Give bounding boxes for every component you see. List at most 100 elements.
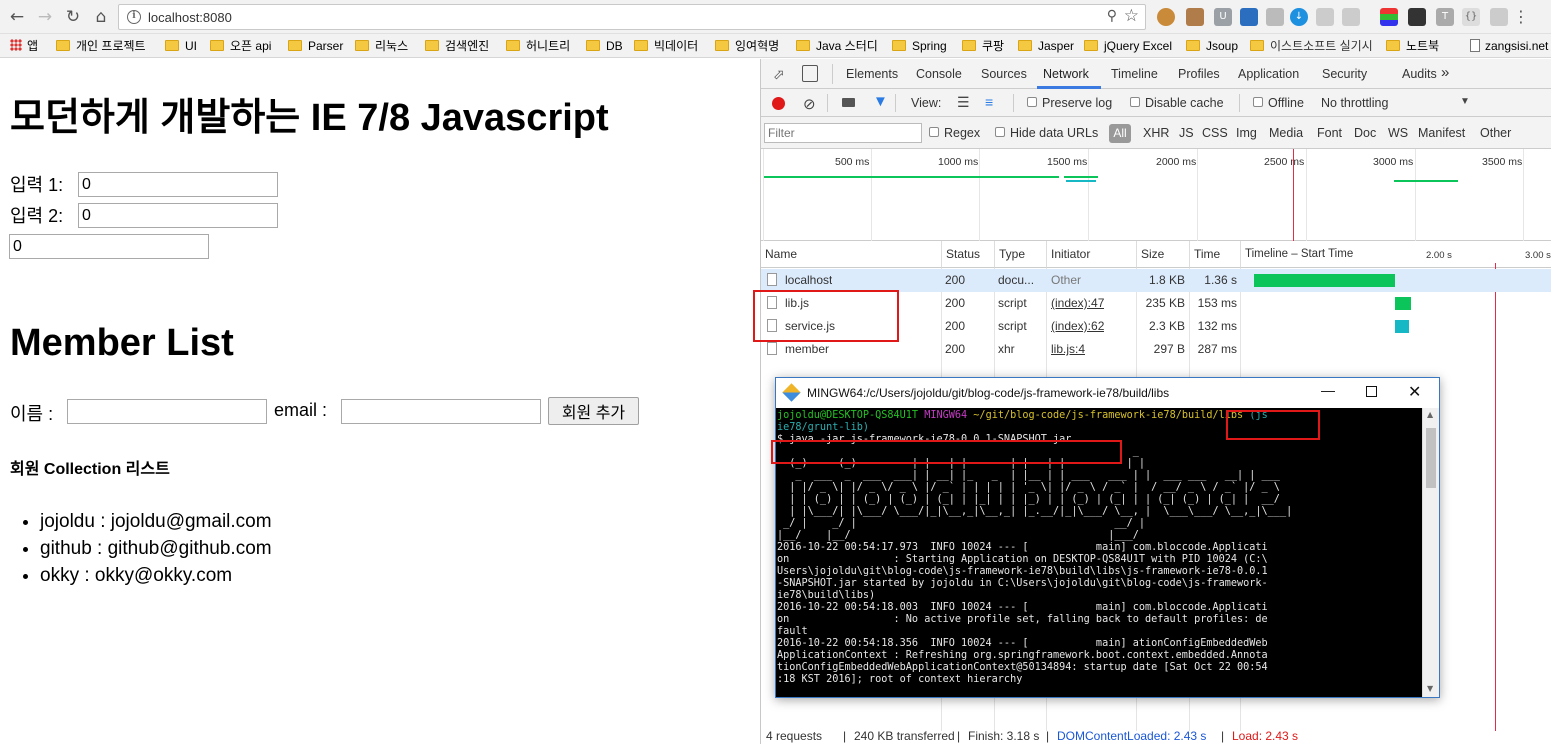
bookmark-folder[interactable]: 허니트리 bbox=[506, 38, 570, 54]
scroll-down-icon[interactable]: ▼ bbox=[1427, 684, 1433, 693]
terminal-scrollbar[interactable]: ▲ ▼ bbox=[1422, 408, 1439, 697]
tab-profiles[interactable]: Profiles bbox=[1178, 67, 1220, 81]
info-icon[interactable]: i bbox=[127, 10, 141, 24]
col-time[interactable]: Time bbox=[1190, 241, 1241, 268]
offline-checkbox[interactable]: Offline bbox=[1253, 96, 1304, 110]
bookmark-folder[interactable]: 쿠팡 bbox=[962, 38, 1004, 54]
extension-icon[interactable] bbox=[1342, 8, 1360, 26]
scroll-up-icon[interactable]: ▲ bbox=[1427, 410, 1433, 419]
extension-icon[interactable] bbox=[1266, 8, 1284, 26]
cookie-extension-icon[interactable] bbox=[1157, 8, 1175, 26]
bookmark-folder[interactable]: 리눅스 bbox=[355, 38, 408, 54]
overview-icon[interactable]: ≡ bbox=[985, 94, 993, 110]
bookmark-folder[interactable]: UI bbox=[165, 38, 197, 54]
filter-js[interactable]: JS bbox=[1179, 126, 1194, 140]
reload-icon[interactable]: ↻ bbox=[61, 5, 85, 29]
extension-icon[interactable] bbox=[1380, 8, 1398, 26]
initiator-link[interactable]: (index):62 bbox=[1051, 315, 1104, 338]
url-text[interactable]: localhost:8080 bbox=[148, 10, 232, 25]
minimize-icon[interactable]: — bbox=[1321, 382, 1335, 398]
tab-elements[interactable]: Elements bbox=[846, 67, 898, 81]
inspect-element-icon[interactable]: ⬀ bbox=[773, 66, 785, 83]
disable-cache-checkbox[interactable]: Disable cache bbox=[1130, 96, 1224, 110]
col-name[interactable]: Name bbox=[761, 241, 942, 268]
initiator-link[interactable]: (index):47 bbox=[1051, 292, 1104, 315]
device-toolbar-icon[interactable] bbox=[802, 65, 818, 82]
clear-icon[interactable]: ⊘ bbox=[803, 95, 816, 113]
bookmark-folder[interactable]: 개인 프로젝트 bbox=[56, 38, 146, 54]
bookmark-apps[interactable]: 앱 bbox=[10, 38, 38, 54]
col-type[interactable]: Type bbox=[995, 241, 1047, 268]
bookmark-folder[interactable]: 이스트소프트 실기시 bbox=[1250, 38, 1373, 54]
tab-security[interactable]: Security bbox=[1322, 67, 1367, 81]
bookmark-folder[interactable]: jQuery Excel bbox=[1084, 38, 1172, 54]
regex-checkbox[interactable]: Regex bbox=[929, 126, 980, 140]
initiator-link[interactable]: lib.js:4 bbox=[1051, 338, 1085, 361]
more-tabs-icon[interactable]: » bbox=[1441, 64, 1449, 81]
back-icon[interactable]: ← bbox=[5, 5, 29, 29]
bookmark-folder[interactable]: DB bbox=[586, 38, 623, 54]
result-field[interactable] bbox=[9, 234, 209, 259]
home-icon[interactable]: ⌂ bbox=[89, 5, 113, 29]
filter-font[interactable]: Font bbox=[1317, 126, 1342, 140]
bookmark-folder[interactable]: Jsoup bbox=[1186, 38, 1238, 54]
bookmark-folder[interactable]: 빅데이터 bbox=[634, 38, 698, 54]
name-input[interactable] bbox=[67, 399, 267, 424]
tab-sources[interactable]: Sources bbox=[981, 67, 1027, 81]
table-row[interactable]: localhost 200 docu... Other 1.8 KB 1.36 … bbox=[761, 269, 1551, 292]
filter-manifest[interactable]: Manifest bbox=[1418, 126, 1465, 140]
download-extension-icon[interactable]: ↓ bbox=[1290, 8, 1308, 26]
filter-all[interactable]: All bbox=[1109, 124, 1131, 143]
filter-other[interactable]: Other bbox=[1480, 126, 1511, 140]
add-member-button[interactable]: 회원 추가 bbox=[548, 397, 639, 425]
hide-data-urls-checkbox[interactable]: Hide data URLs bbox=[995, 126, 1098, 140]
col-status[interactable]: Status bbox=[942, 241, 995, 268]
bookmark-folder[interactable]: Parser bbox=[288, 38, 343, 54]
capture-screenshots-icon[interactable] bbox=[842, 98, 855, 107]
filter-img[interactable]: Img bbox=[1236, 126, 1257, 140]
forward-icon[interactable]: → bbox=[33, 5, 57, 29]
close-icon[interactable]: ✕ bbox=[1408, 382, 1421, 402]
filter-xhr[interactable]: XHR bbox=[1143, 126, 1169, 140]
tab-console[interactable]: Console bbox=[916, 67, 962, 81]
zoom-icon[interactable]: ⚲ bbox=[1107, 8, 1117, 24]
throttling-select[interactable]: No throttling bbox=[1321, 96, 1388, 110]
bookmark-folder[interactable]: 노트북 bbox=[1386, 38, 1439, 54]
extension-icon[interactable]: U bbox=[1214, 8, 1232, 26]
col-size[interactable]: Size bbox=[1137, 241, 1190, 268]
bookmark-folder[interactable]: Java 스터디 bbox=[796, 38, 878, 54]
menu-icon[interactable]: ⋮ bbox=[1512, 8, 1530, 26]
address-bar[interactable]: i localhost:8080 ⚲ ☆ bbox=[118, 4, 1146, 30]
bookmark-folder[interactable]: Jasper bbox=[1018, 38, 1074, 54]
filter-input[interactable] bbox=[764, 123, 922, 143]
extension-icon[interactable] bbox=[1490, 8, 1508, 26]
filter-icon[interactable]: ▼ bbox=[873, 93, 888, 110]
filter-css[interactable]: CSS bbox=[1202, 126, 1228, 140]
bookmark-page[interactable]: zangsisi.net bbox=[1470, 38, 1548, 54]
extension-icon[interactable] bbox=[1316, 8, 1334, 26]
col-timeline[interactable]: Timeline – Start Time 2.00 s 3.00 s bbox=[1241, 241, 1551, 268]
filter-ws[interactable]: WS bbox=[1388, 126, 1408, 140]
pocket-extension-icon[interactable] bbox=[1408, 8, 1426, 26]
terminal-window[interactable]: MINGW64:/c/Users/jojoldu/git/blog-code/j… bbox=[775, 377, 1440, 698]
filter-media[interactable]: Media bbox=[1269, 126, 1303, 140]
col-initiator[interactable]: Initiator bbox=[1047, 241, 1137, 268]
chevron-down-icon[interactable]: ▼ bbox=[1460, 96, 1470, 107]
large-rows-icon[interactable]: ☰ bbox=[957, 94, 970, 111]
maximize-icon[interactable] bbox=[1366, 386, 1377, 397]
extension-icon[interactable]: {} bbox=[1462, 8, 1480, 26]
bookmark-folder[interactable]: 검색엔진 bbox=[425, 38, 489, 54]
bookmark-star-icon[interactable]: ☆ bbox=[1124, 6, 1139, 26]
filter-doc[interactable]: Doc bbox=[1354, 126, 1376, 140]
bookmark-folder[interactable]: 잉여혁명 bbox=[715, 38, 779, 54]
tab-timeline[interactable]: Timeline bbox=[1111, 67, 1158, 81]
scrollbar-thumb[interactable] bbox=[1426, 428, 1436, 488]
tab-audits[interactable]: Audits bbox=[1402, 67, 1437, 81]
bookmark-folder[interactable]: 오픈 api bbox=[210, 38, 271, 54]
extension-icon[interactable]: T bbox=[1436, 8, 1454, 26]
preserve-log-checkbox[interactable]: Preserve log bbox=[1027, 96, 1112, 110]
bookmark-folder[interactable]: Spring bbox=[892, 38, 947, 54]
input1-field[interactable] bbox=[78, 172, 278, 197]
trello-extension-icon[interactable] bbox=[1240, 8, 1258, 26]
tab-application[interactable]: Application bbox=[1238, 67, 1299, 81]
